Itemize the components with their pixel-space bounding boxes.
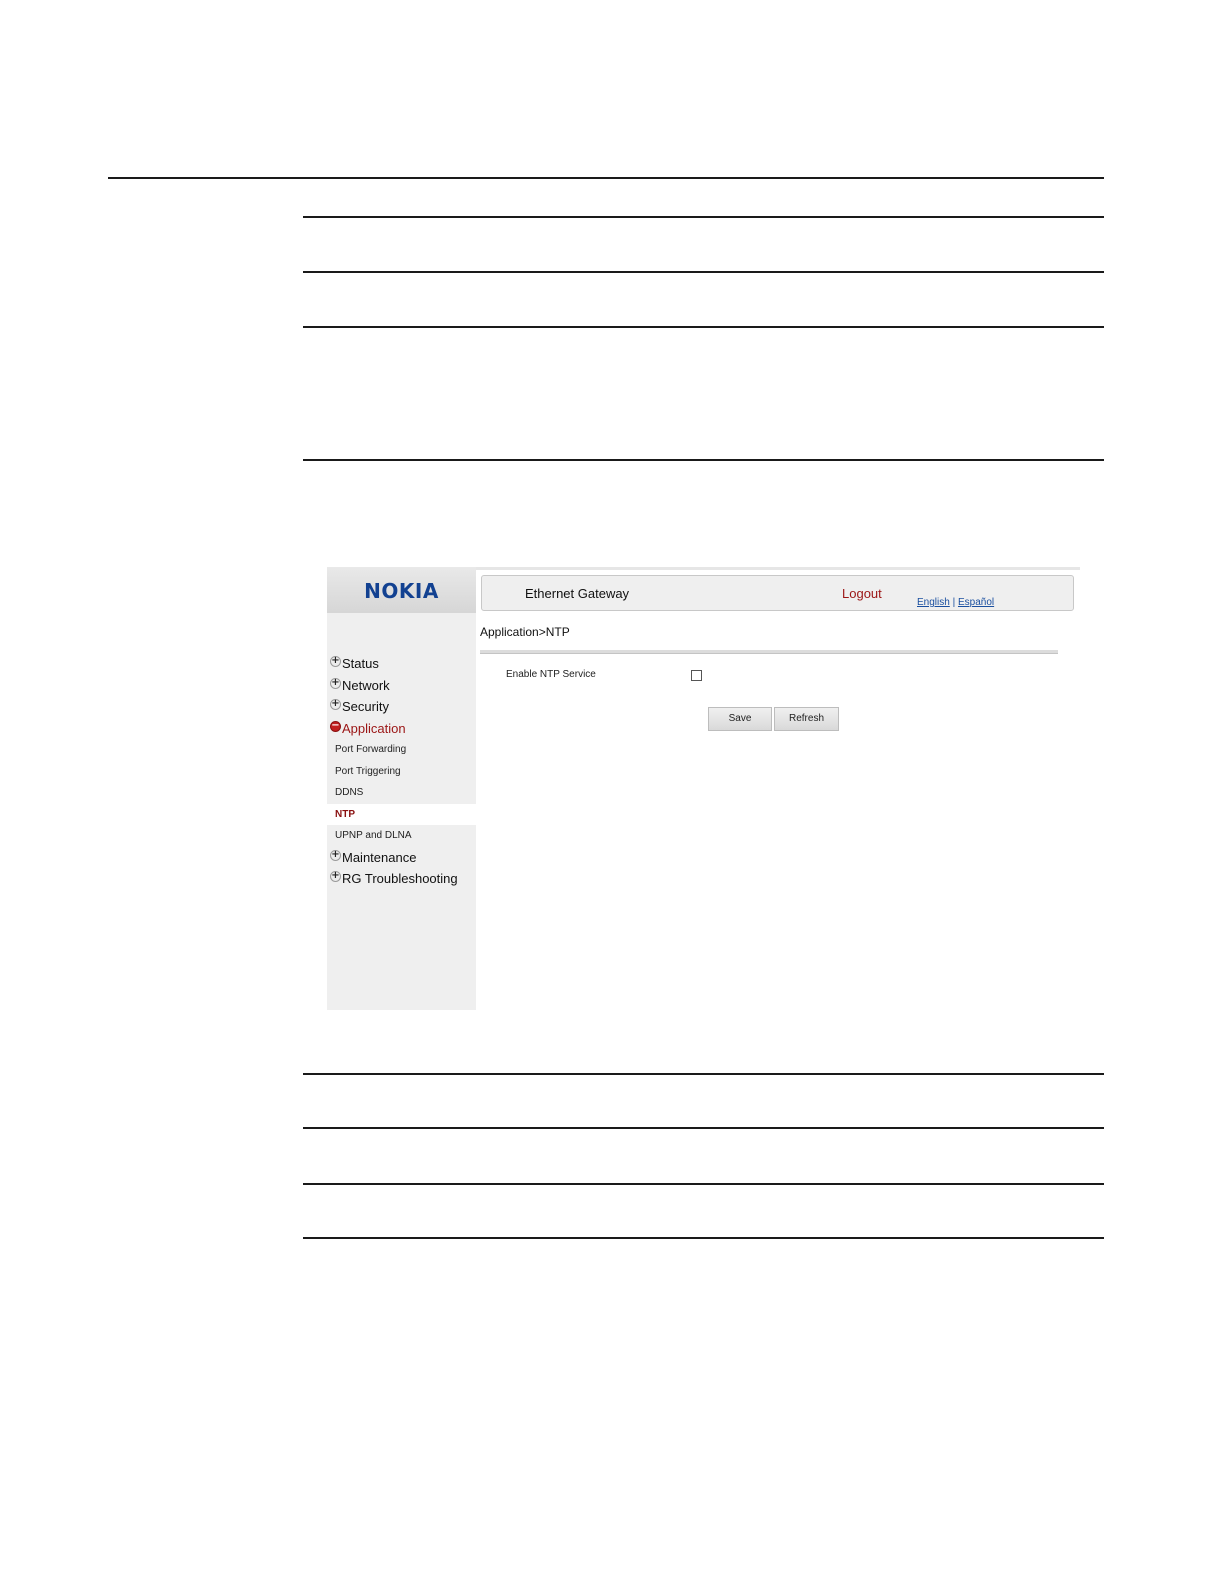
sidebar-item-label: Status — [342, 656, 379, 671]
page-rule — [108, 177, 1104, 179]
sidebar-item-maintenance[interactable]: + Maintenance — [327, 847, 476, 869]
page-rule — [303, 216, 1104, 218]
page-rule — [303, 1073, 1104, 1075]
sidebar-item-ddns[interactable]: DDNS — [327, 782, 476, 804]
sidebar-item-ntp[interactable]: NTP — [327, 803, 476, 825]
sidebar-item-rg-troubleshooting[interactable]: + RG Troubleshooting — [327, 868, 476, 890]
sidebar: NOKIA + Status + Network + Security − Ap… — [327, 567, 476, 1010]
page-rule — [303, 1127, 1104, 1129]
sidebar-item-status[interactable]: + Status — [327, 653, 476, 675]
sidebar-item-upnp-dlna[interactable]: UPNP and DLNA — [327, 825, 476, 847]
page-rule — [303, 1183, 1104, 1185]
expand-icon[interactable]: + — [330, 871, 341, 882]
nokia-logo: NOKIA — [364, 579, 439, 603]
refresh-button[interactable]: Refresh — [774, 707, 839, 731]
expand-icon[interactable]: + — [330, 849, 341, 861]
english-link[interactable]: English — [917, 597, 950, 608]
sidebar-item-network[interactable]: + Network — [327, 675, 476, 697]
sidebar-item-security[interactable]: + Security — [327, 696, 476, 718]
page-rule — [303, 459, 1104, 461]
logout-link[interactable]: Logout — [842, 586, 882, 601]
sidebar-item-label: Maintenance — [342, 849, 417, 865]
expand-icon[interactable]: + — [330, 699, 341, 710]
language-separator: | — [952, 597, 956, 608]
gateway-screenshot: NOKIA + Status + Network + Security − Ap… — [327, 567, 1080, 1011]
save-button[interactable]: Save — [708, 707, 772, 731]
language-switcher: English | Español — [917, 597, 994, 608]
logo-box: NOKIA — [327, 567, 476, 613]
header-bar: Ethernet Gateway Logout English | Españo… — [481, 575, 1074, 611]
enable-ntp-checkbox[interactable] — [691, 670, 702, 681]
breadcrumb: Application>NTP — [480, 625, 570, 639]
expand-icon[interactable]: + — [330, 677, 341, 689]
enable-ntp-label: Enable NTP Service — [506, 669, 596, 680]
sidebar-item-label: RG Troubleshooting — [342, 871, 458, 886]
sidebar-item-application[interactable]: − Application — [327, 718, 476, 740]
sidebar-item-label: Network — [342, 677, 390, 693]
expand-icon[interactable]: + — [330, 656, 341, 667]
sidebar-item-port-forwarding[interactable]: Port Forwarding — [327, 739, 476, 761]
collapse-icon[interactable]: − — [330, 720, 341, 732]
sidebar-item-port-triggering[interactable]: Port Triggering — [327, 761, 476, 783]
content-divider — [480, 650, 1058, 654]
page-rule — [303, 271, 1104, 273]
sidebar-item-label: Security — [342, 699, 389, 714]
espanol-link[interactable]: Español — [958, 597, 994, 608]
sidebar-item-label: Application — [342, 720, 406, 736]
sidebar-nav: + Status + Network + Security − Applicat… — [327, 653, 476, 890]
page-rule — [303, 1237, 1104, 1239]
top-border — [476, 567, 1080, 570]
page-rule — [303, 326, 1104, 328]
app-title: Ethernet Gateway — [525, 586, 630, 601]
